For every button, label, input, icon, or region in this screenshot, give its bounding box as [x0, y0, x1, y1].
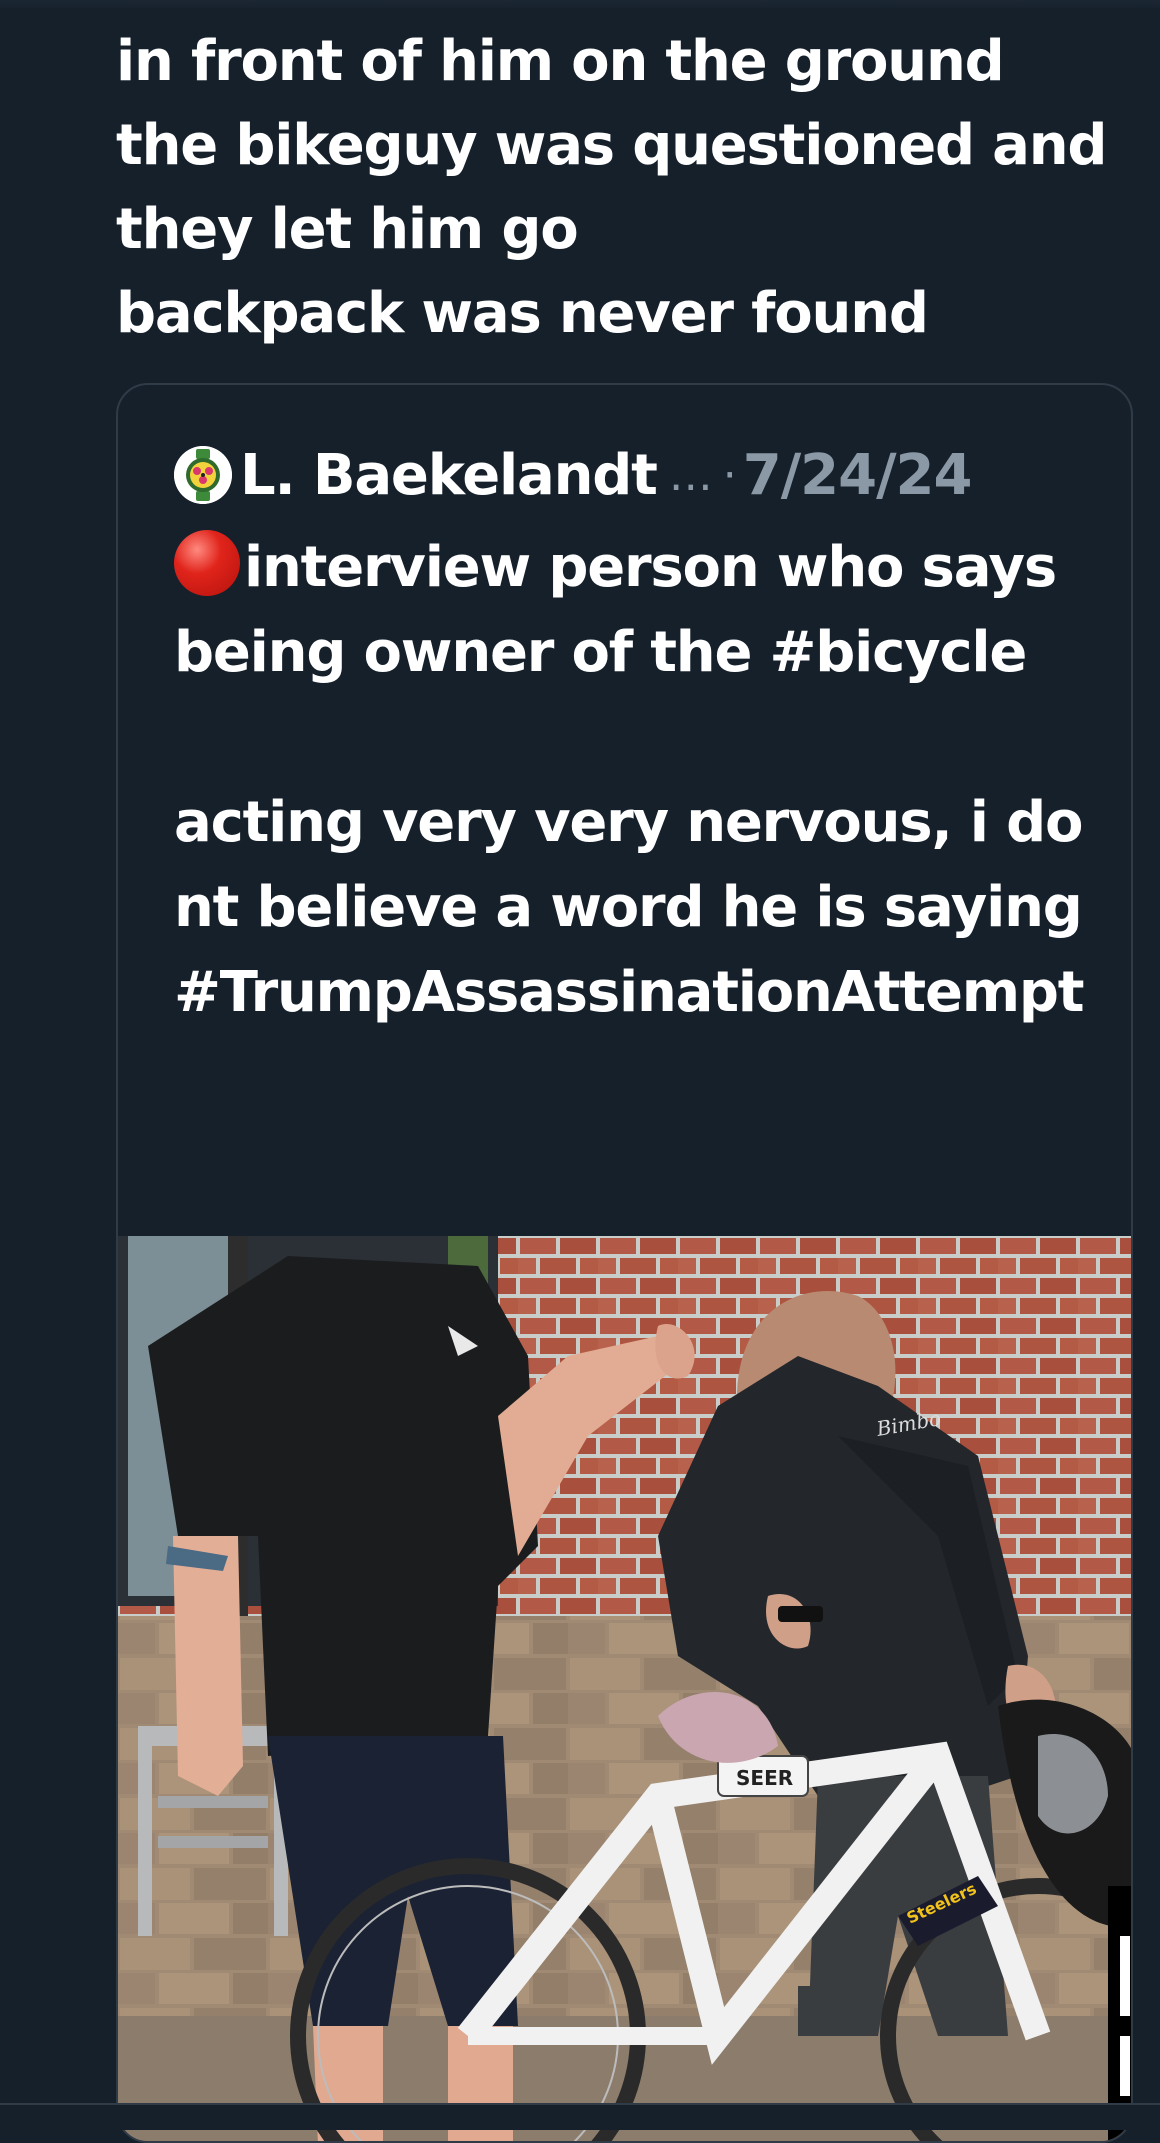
header-separator: · — [722, 449, 737, 501]
name-truncation: … — [668, 449, 715, 501]
quote-date[interactable]: 7/24/24 — [743, 443, 973, 508]
bike-brand-label: SEER — [736, 1766, 793, 1790]
quoted-tweet-text: interview person who says being owner of… — [174, 525, 1104, 1035]
tweet-text: in front of him on the ground the bikegu… — [116, 29, 1107, 346]
author-avatar[interactable] — [174, 446, 232, 504]
avatar-watch-icon — [174, 446, 232, 504]
video-frame-image: Bimbo SEER Steelers — [118, 1236, 1131, 2141]
quoted-tweet-media[interactable]: Bimbo SEER Steelers — [118, 1236, 1131, 2141]
bottom-divider — [0, 2103, 1160, 2130]
top-edge — [0, 0, 1160, 10]
quoted-tweet-body: interview person who says being owner of… — [174, 535, 1085, 1025]
quoted-tweet-header: L. Baekelandt … · 7/24/24 — [174, 435, 973, 515]
author-name[interactable]: L. Baekelandt — [240, 443, 658, 508]
red-circle-emoji-icon — [174, 530, 240, 596]
quoted-tweet-card[interactable]: L. Baekelandt … · 7/24/24 interview pers… — [116, 383, 1133, 2143]
